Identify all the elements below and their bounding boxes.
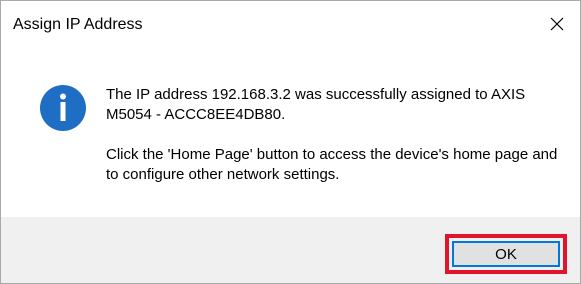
message-text: The IP address 192.168.3.2 was successfu… [106,85,566,185]
close-icon [550,17,564,31]
ok-button-highlight: OK [445,234,567,274]
button-bar: OK [1,217,580,283]
title-bar: Assign IP Address [1,1,580,47]
info-icon [40,85,86,131]
dialog-title: Assign IP Address [13,16,143,33]
ok-button[interactable]: OK [452,241,560,267]
message-instructions: Click the 'Home Page' button to access t… [106,146,558,183]
close-button[interactable] [534,1,580,47]
assign-ip-dialog: Assign IP Address The IP address 192.168… [0,0,581,284]
dialog-content: The IP address 192.168.3.2 was successfu… [1,47,580,217]
message-success: The IP address 192.168.3.2 was successfu… [106,86,526,123]
